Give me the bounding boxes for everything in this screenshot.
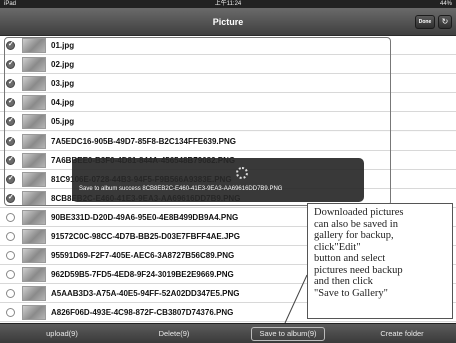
file-name: A5AAB3D3-A75A-40E5-94FF-52A02DD347E5.PNG	[51, 289, 240, 299]
status-time: 上午11:24	[214, 1, 242, 7]
list-item[interactable]: 7A5EDC16-905B-49D7-85F8-B2C134FFE639.PNG	[0, 131, 456, 151]
file-name: 962D59B5-7FD5-4ED8-9F24-3019BE2E9669.PNG	[51, 270, 234, 280]
file-name: 04.jpg	[51, 98, 75, 108]
callout-line: "Save to Gallery"	[314, 287, 388, 299]
callout-note: Downloaded pictures can also be saved in g…	[307, 203, 453, 319]
checked-icon[interactable]	[6, 40, 15, 50]
toast-message: Save to album success 8CB8EB2C-E460-41E3…	[79, 186, 283, 192]
battery-label: 44%	[439, 1, 452, 7]
file-name: 05.jpg	[51, 117, 75, 127]
nav-bar: Picture Done ↻	[0, 8, 456, 36]
callout-line: Downloaded pictures	[314, 207, 404, 218]
callout-line: pictures need backup	[314, 264, 403, 276]
done-button[interactable]: Done	[415, 15, 435, 29]
image-thumbnail	[22, 305, 46, 321]
status-bar: iPad 上午11:24 44%	[0, 0, 456, 8]
unchecked-icon[interactable]	[6, 251, 15, 261]
unchecked-icon[interactable]	[6, 212, 15, 222]
upload-button[interactable]: upload(9)	[24, 324, 100, 343]
file-name: 01.jpg	[51, 41, 75, 50]
image-thumbnail	[22, 57, 46, 73]
file-name: 95591D69-F2F7-405E-AEC6-3A8727B56C89.PNG	[51, 251, 235, 261]
bottom-toolbar: upload(9) Delete(9) Save to album(9) Cre…	[0, 323, 456, 343]
list-item[interactable]: 02.jpg	[0, 55, 456, 75]
create-folder-button[interactable]: Create folder	[364, 324, 440, 343]
image-thumbnail	[22, 76, 46, 92]
checked-icon[interactable]	[6, 59, 15, 70]
list-item[interactable]: 03.jpg	[0, 74, 456, 94]
image-thumbnail	[22, 133, 46, 149]
image-thumbnail	[22, 190, 46, 206]
list-item[interactable]: 04.jpg	[0, 93, 456, 113]
save-to-album-button[interactable]: Save to album(9)	[251, 327, 325, 341]
checked-icon[interactable]	[6, 136, 15, 146]
unchecked-icon[interactable]	[6, 232, 15, 241]
refresh-icon[interactable]: ↻	[438, 15, 452, 29]
image-thumbnail	[22, 286, 46, 302]
unchecked-icon[interactable]	[6, 270, 15, 280]
callout-line: and then click	[314, 276, 373, 287]
list-item[interactable]: 01.jpg	[0, 36, 456, 55]
checked-icon[interactable]	[6, 97, 15, 108]
file-name: 7A5EDC16-905B-49D7-85F8-B2C134FFE639.PNG	[51, 136, 236, 146]
list-item[interactable]: 05.jpg	[0, 112, 456, 132]
image-thumbnail	[22, 95, 46, 111]
image-thumbnail	[22, 267, 46, 283]
file-name: 02.jpg	[51, 60, 75, 70]
unchecked-icon[interactable]	[6, 308, 15, 318]
callout-line: gallery for backup,	[314, 230, 394, 241]
checked-icon[interactable]	[6, 174, 15, 184]
image-thumbnail	[22, 248, 46, 264]
save-toast	[72, 158, 364, 202]
callout-line: can also be saved in	[314, 218, 398, 230]
loading-spinner-icon	[236, 167, 248, 179]
image-thumbnail	[22, 171, 46, 187]
image-thumbnail	[22, 152, 46, 168]
callout-line: button and select	[314, 253, 386, 264]
page-title: Picture	[212, 17, 244, 27]
callout-line: click"Edit"	[314, 241, 361, 253]
file-name: 91572C0C-98CC-4D7B-BB25-D03E7FBFF4AE.JPG	[51, 232, 240, 241]
app-screen: iPad 上午11:24 44% Picture Done ↻ 01.jpg 02…	[0, 0, 456, 343]
checked-icon[interactable]	[6, 116, 15, 127]
file-name: 03.jpg	[51, 79, 75, 89]
image-thumbnail	[22, 38, 46, 53]
checked-icon[interactable]	[6, 78, 15, 89]
file-name: A826F06D-493E-4C98-872F-CB3807D74376.PNG	[51, 308, 234, 318]
unchecked-icon[interactable]	[6, 289, 15, 299]
checked-icon[interactable]	[6, 155, 15, 165]
file-name: 90BE331D-D20D-49A6-95E0-4E8B499DB9A4.PNG	[51, 212, 239, 222]
image-thumbnail	[22, 209, 46, 225]
image-thumbnail	[22, 114, 46, 130]
checked-icon[interactable]	[6, 193, 15, 203]
image-thumbnail	[22, 229, 46, 244]
delete-button[interactable]: Delete(9)	[134, 324, 214, 343]
